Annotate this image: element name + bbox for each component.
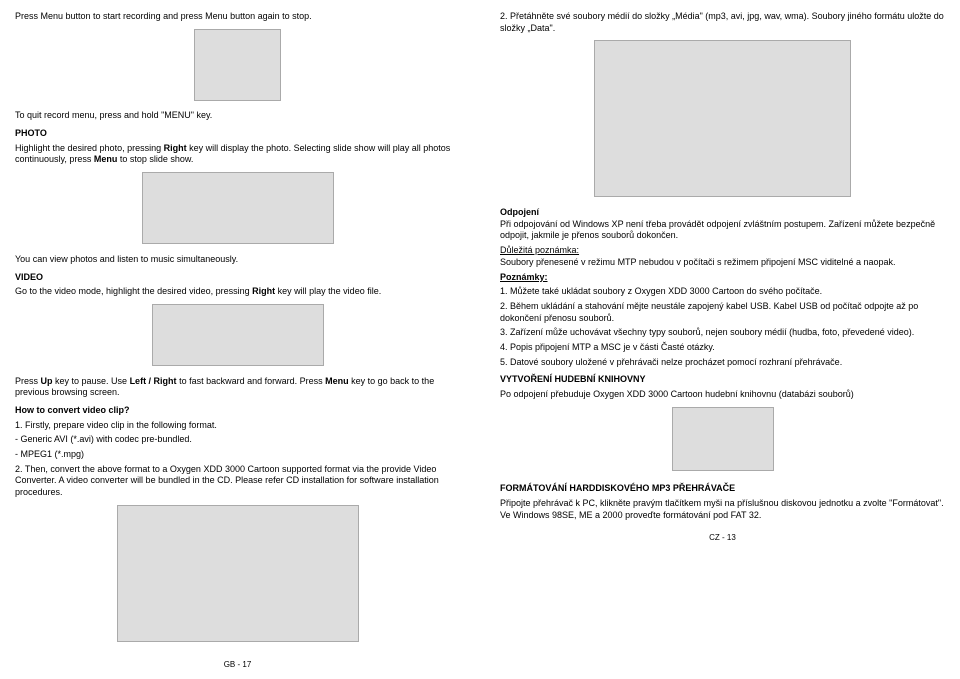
intro-text: Press Menu button to start recording and…	[15, 11, 460, 23]
note-5: 5. Datové soubory uložené v přehrávači n…	[500, 357, 945, 369]
text-fragment: key to pause. Use	[53, 376, 130, 386]
text-fragment: Go to the video mode, highlight the desi…	[15, 286, 252, 296]
right-footer: CZ - 13	[500, 533, 945, 543]
disconnect-heading: Odpojení	[500, 207, 539, 217]
disconnect-text: Při odpojování od Windows XP není třeba …	[500, 219, 935, 241]
converter-screenshot-wrapper	[15, 502, 460, 649]
convert-format-avi: - Generic AVI (*.avi) with codec pre-bun…	[15, 434, 460, 446]
menu-key-label: Menu	[94, 154, 118, 164]
convert-step-1: 1. Firstly, prepare video clip in the fo…	[15, 420, 460, 432]
note-4: 4. Popis připojení MTP a MSC je v části …	[500, 342, 945, 354]
converter-screenshot-icon	[117, 505, 359, 642]
building-library-screenshot-wrapper	[500, 404, 945, 478]
disconnect-section: Odpojení Při odpojování od Windows XP ne…	[500, 207, 945, 242]
convert-heading: How to convert video clip?	[15, 405, 460, 417]
photo-paragraph-2: You can view photos and listen to music …	[15, 254, 460, 266]
important-note-section: Důležitá poznámka: Soubory přenesené v r…	[500, 245, 945, 268]
right-page: 2. Přetáhněte své soubory médií do složk…	[500, 8, 945, 671]
photo-paragraph-1: Highlight the desired photo, pressing Ri…	[15, 143, 460, 166]
note-1: 1. Můžete také ukládat soubory z Oxygen …	[500, 286, 945, 298]
up-key-label: Up	[41, 376, 53, 386]
notes-heading: Poznámky:	[500, 272, 945, 284]
text-fragment: to fast backward and forward. Press	[177, 376, 326, 386]
left-right-key-label: Left / Right	[130, 376, 177, 386]
note-2: 2. Během ukládání a stahování mějte neus…	[500, 301, 945, 324]
left-footer: GB - 17	[15, 660, 460, 670]
video-screenshot-icon	[152, 304, 324, 366]
photo-screenshot-icon	[142, 172, 334, 244]
convert-format-mpeg: - MPEG1 (*.mpg)	[15, 449, 460, 461]
text-fragment: Highlight the desired photo, pressing	[15, 143, 164, 153]
text-fragment: key will play the video file.	[275, 286, 381, 296]
text-fragment: to stop slide show.	[117, 154, 193, 164]
important-note-heading: Důležitá poznámka:	[500, 245, 579, 255]
format-text: Připojte přehrávač k PC, klikněte pravým…	[500, 498, 945, 521]
drag-files-text: 2. Přetáhněte své soubory médií do složk…	[500, 11, 945, 34]
library-heading: VYTVOŘENÍ HUDEBNÍ KNIHOVNY	[500, 374, 945, 386]
left-page: Press Menu button to start recording and…	[15, 8, 460, 671]
library-text: Po odpojení přebuduje Oxygen XDD 3000 Ca…	[500, 389, 945, 401]
convert-step-2: 2. Then, convert the above format to a O…	[15, 464, 460, 499]
record-screenshot-icon	[194, 29, 281, 101]
note-3: 3. Zařízení může uchovávat všechny typy …	[500, 327, 945, 339]
photo-screenshot-wrapper	[15, 169, 460, 251]
quit-text: To quit record menu, press and hold "MEN…	[15, 110, 460, 122]
right-key-label: Right	[164, 143, 187, 153]
video-heading: VIDEO	[15, 272, 460, 284]
text-fragment: Press	[15, 376, 41, 386]
record-screenshot-wrapper	[15, 26, 460, 108]
important-note-text: Soubory přenesené v režimu MTP nebudou v…	[500, 257, 896, 267]
page-spread: Press Menu button to start recording and…	[15, 8, 945, 671]
format-heading: FORMÁTOVÁNÍ HARDDISKOVÉHO MP3 PŘEHRÁVAČE	[500, 483, 945, 495]
right-key-label: Right	[252, 286, 275, 296]
photo-heading: PHOTO	[15, 128, 460, 140]
video-paragraph-2: Press Up key to pause. Use Left / Right …	[15, 376, 460, 399]
menu-key-label: Menu	[325, 376, 349, 386]
building-library-screenshot-icon	[672, 407, 774, 471]
video-screenshot-wrapper	[15, 301, 460, 373]
explorer-screenshot-icon	[594, 40, 851, 197]
explorer-screenshot-wrapper	[500, 37, 945, 204]
video-paragraph-1: Go to the video mode, highlight the desi…	[15, 286, 460, 298]
